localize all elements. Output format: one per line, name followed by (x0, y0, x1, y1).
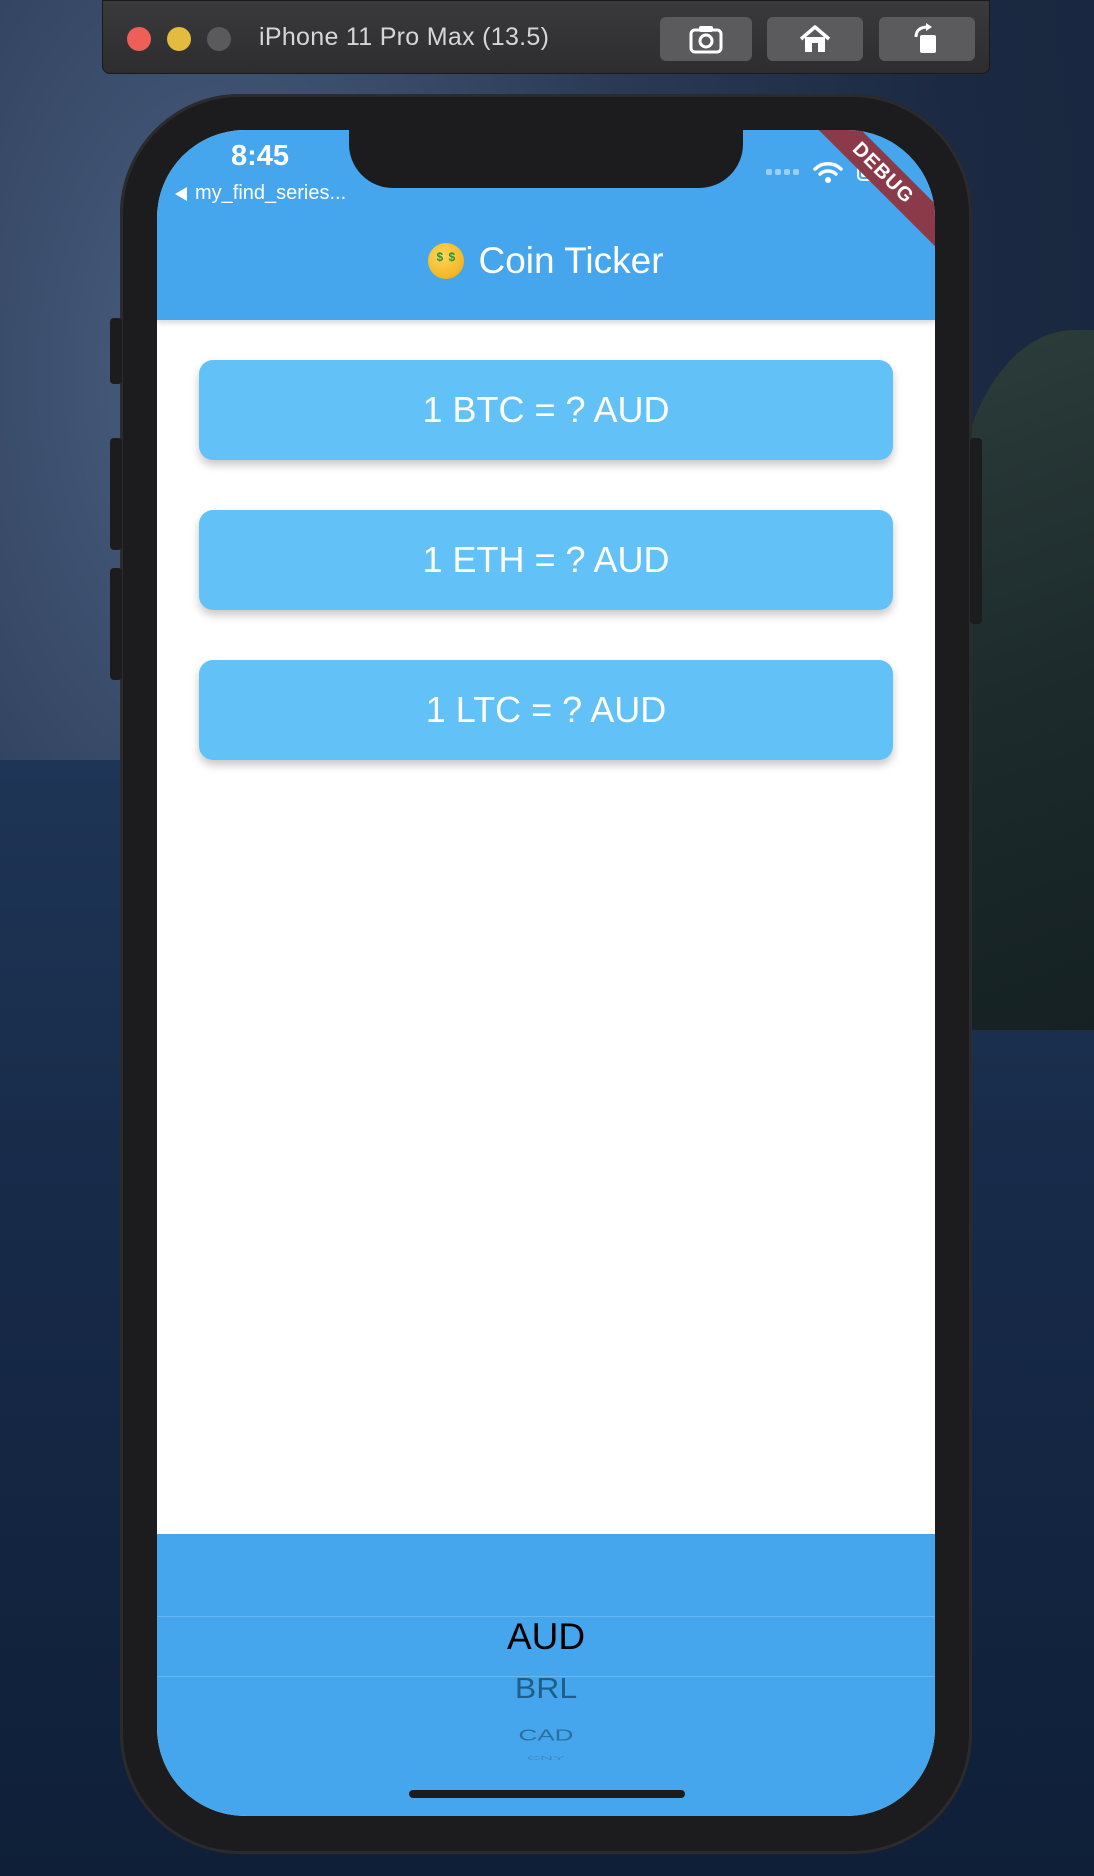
home-icon (799, 25, 831, 52)
rotate-icon (914, 23, 936, 53)
currency-picker[interactable]: AUD BRL CAD CNY (157, 1534, 935, 1816)
picker-item[interactable]: CAD (157, 1726, 935, 1745)
home-indicator[interactable] (409, 1790, 685, 1798)
zoom-window-button[interactable] (207, 27, 231, 51)
eth-rate-card[interactable]: 1 ETH = ? AUD (199, 510, 893, 610)
app-bar: 8:45 my_find_series... DEBUG Coin Ticker (157, 130, 935, 320)
wifi-icon (813, 162, 843, 183)
picker-item-selected[interactable]: AUD (157, 1616, 935, 1658)
minimize-window-button[interactable] (167, 27, 191, 51)
phone-screen: 8:45 my_find_series... DEBUG Coin Ticker (157, 130, 935, 1816)
cellular-signal-icon (766, 169, 799, 175)
ltc-rate-card[interactable]: 1 LTC = ? AUD (199, 660, 893, 760)
status-time: 8:45 (231, 140, 290, 172)
back-arrow-icon (175, 186, 187, 201)
screenshot-icon (689, 26, 723, 54)
btc-rate-label: 1 BTC = ? AUD (422, 389, 670, 430)
debug-banner: DEBUG (801, 130, 935, 255)
close-window-button[interactable] (127, 27, 151, 51)
simulator-title: iPhone 11 Pro Max (13.5) (259, 23, 550, 51)
desktop-cliff (954, 330, 1094, 1030)
picker-item[interactable]: BRL (157, 1672, 935, 1705)
screenshot-button[interactable] (660, 17, 752, 61)
simulator-toolbar: iPhone 11 Pro Max (13.5) (102, 0, 990, 74)
app-title-text: Coin Ticker (478, 240, 664, 281)
picker-item[interactable]: CNY (157, 1755, 935, 1761)
ltc-rate-label: 1 LTC = ? AUD (425, 689, 667, 730)
volume-down-button (110, 568, 122, 680)
app-title: Coin Ticker (157, 240, 935, 282)
back-to-app-link[interactable]: my_find_series... (175, 182, 346, 205)
notch (349, 130, 743, 188)
eth-rate-label: 1 ETH = ? AUD (422, 539, 670, 580)
rotate-button[interactable] (879, 17, 975, 61)
btc-rate-card[interactable]: 1 BTC = ? AUD (199, 360, 893, 460)
power-button (970, 438, 982, 624)
money-mouth-face-icon (428, 243, 465, 279)
back-app-label: my_find_series... (195, 182, 347, 204)
home-button[interactable] (767, 17, 863, 61)
mute-switch (110, 318, 122, 384)
volume-up-button (110, 438, 122, 550)
